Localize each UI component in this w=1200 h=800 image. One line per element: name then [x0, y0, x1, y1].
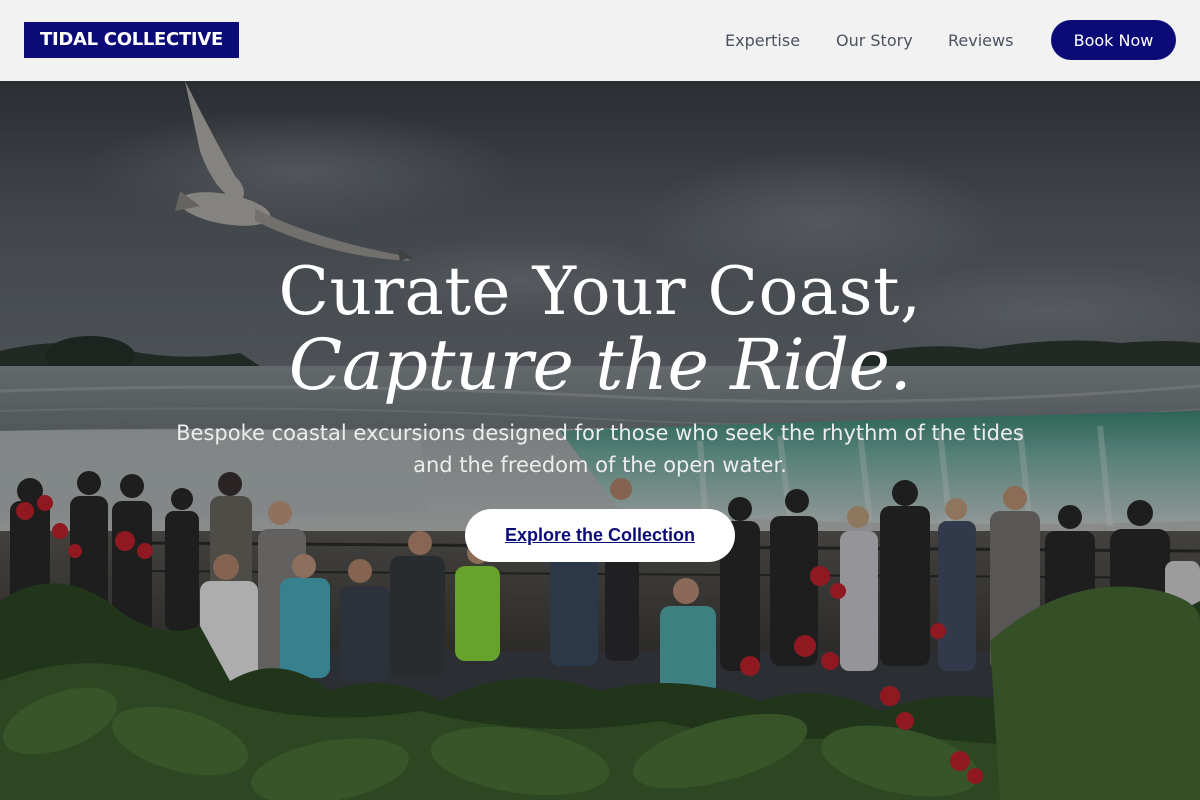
explore-collection-button[interactable]: Explore the Collection: [465, 509, 735, 562]
nav-link-reviews[interactable]: Reviews: [948, 31, 1013, 50]
hero-section: Curate Your Coast, Capture the Ride. Bes…: [0, 81, 1200, 800]
site-header: TIDAL COLLECTIVE Expertise Our Story Rev…: [0, 0, 1200, 81]
hero-heading-line-2: Capture the Ride.: [288, 324, 912, 406]
nav-link-our-story[interactable]: Our Story: [836, 31, 913, 50]
nav-link-expertise[interactable]: Expertise: [725, 31, 800, 50]
hero-subtitle: Bespoke coastal excursions designed for …: [176, 421, 1024, 477]
book-now-button[interactable]: Book Now: [1051, 20, 1176, 60]
hero-heading-line-1: Curate Your Coast,: [278, 253, 922, 330]
brand-logo[interactable]: TIDAL COLLECTIVE: [24, 22, 239, 58]
